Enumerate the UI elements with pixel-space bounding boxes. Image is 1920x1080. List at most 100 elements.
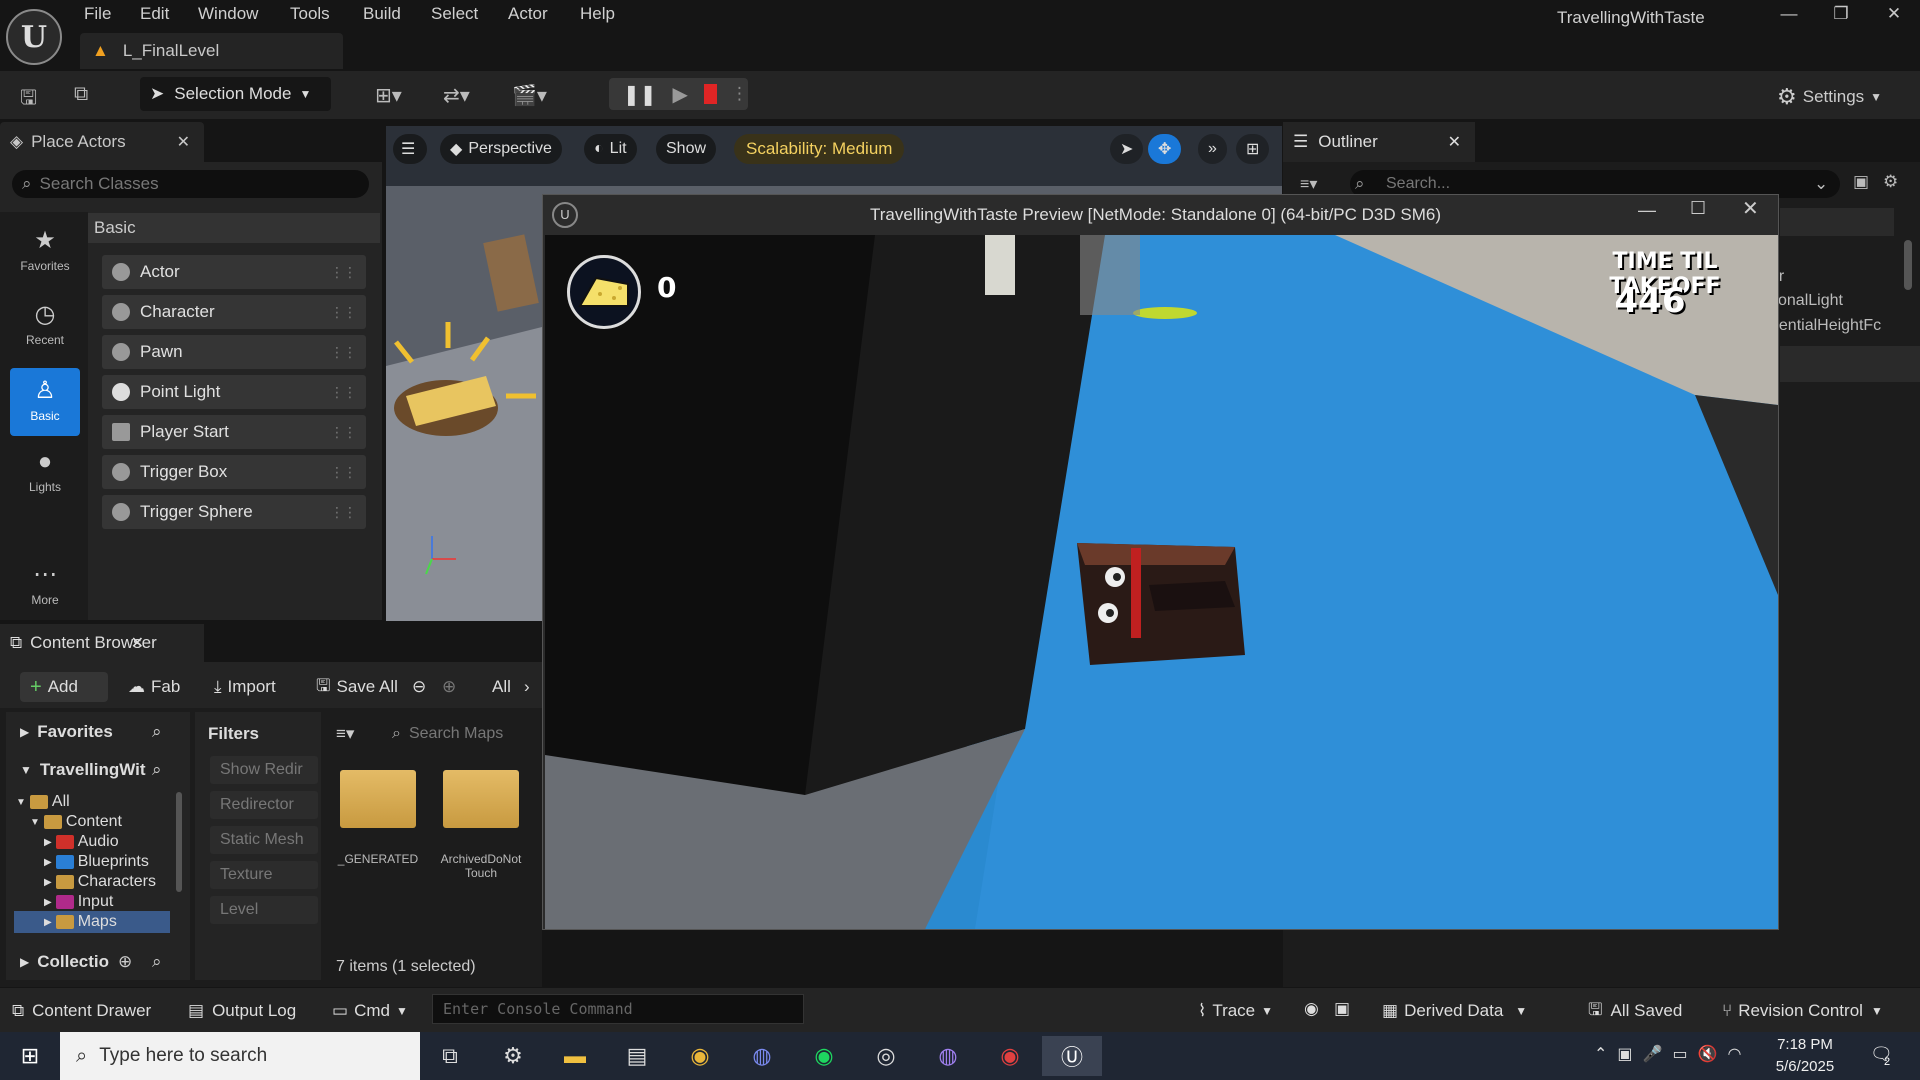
import-button[interactable]: ⤓ Import — [204, 672, 286, 702]
stop-icon[interactable] — [703, 84, 717, 104]
chevron-right-icon[interactable]: › — [520, 672, 534, 702]
filter-static-mesh[interactable]: Static Mesh — [210, 826, 318, 854]
category-basic[interactable]: ♙ Basic — [10, 368, 80, 436]
tree-item-blueprints[interactable]: ▶ Blueprints — [44, 852, 149, 872]
actor-item-trigger-box[interactable]: Trigger Box ⋮⋮ — [102, 455, 366, 489]
trace-dropdown[interactable]: ⌇ Trace ▼ — [1198, 999, 1273, 1023]
task-view-icon[interactable]: ⧉ — [428, 1036, 472, 1076]
tree-item-content[interactable]: ▼ Content — [30, 812, 122, 832]
step-icon[interactable]: ▶ — [673, 82, 688, 107]
steam-icon[interactable]: ◎ — [864, 1036, 908, 1076]
actor-item-actor[interactable]: Actor ⋮⋮ — [102, 255, 366, 289]
filter-icon[interactable]: ≡▾ — [1300, 174, 1317, 194]
back-icon[interactable]: ⊖ — [408, 672, 430, 702]
add-actor-icon[interactable]: ⊞▾ — [375, 83, 402, 109]
taskbar-clock[interactable]: 7:18 PM 5/6/2025 — [1765, 1034, 1845, 1078]
outliner-scrollbar[interactable] — [1904, 240, 1912, 290]
menu-help[interactable]: Help — [580, 4, 615, 26]
menu-window[interactable]: Window — [198, 4, 258, 26]
close-icon[interactable]: ✕ — [177, 132, 190, 152]
category-favorites[interactable]: ★ Favorites — [10, 218, 80, 286]
github-icon[interactable]: ◍ — [926, 1036, 970, 1076]
asset-folder-archived[interactable] — [443, 770, 519, 828]
output-log-button[interactable]: ▤ Output Log — [188, 999, 296, 1023]
discord-icon[interactable]: ◍ — [740, 1036, 784, 1076]
close-icon[interactable]: ✕ — [1742, 196, 1759, 221]
save-all-button[interactable]: 🖫 Save All — [306, 672, 408, 702]
minimize-icon[interactable]: — — [1769, 4, 1809, 28]
actor-item-player-start[interactable]: Player Start ⋮⋮ — [102, 415, 366, 449]
outliner-tab[interactable]: ☰ Outliner ✕ — [1283, 122, 1475, 162]
move-tool-icon[interactable]: ✥ — [1148, 134, 1182, 164]
place-actors-tab[interactable]: ◈ Place Actors ✕ — [0, 122, 204, 162]
unreal-taskbar-icon[interactable]: Ⓤ — [1042, 1036, 1102, 1076]
outliner-row[interactable]: er — [1770, 268, 1920, 292]
cmd-dropdown[interactable]: ▭ Cmd ▼ — [332, 999, 408, 1023]
selection-mode-dropdown[interactable]: ➤ Selection Mode ▼ — [140, 77, 331, 111]
outliner-row[interactable]: tionalLight — [1770, 292, 1920, 316]
maximize-icon[interactable]: ❐ — [1821, 4, 1861, 28]
minimize-icon[interactable]: — — [1638, 200, 1656, 221]
search-classes-input[interactable]: ⌕ Search Classes — [12, 170, 369, 198]
spotify-icon[interactable]: ◉ — [802, 1036, 846, 1076]
collections-section[interactable]: ▶ Collectio — [20, 952, 109, 972]
close-icon[interactable]: ✕ — [1874, 4, 1914, 28]
search-maps-input[interactable]: ⌕ Search Maps — [392, 720, 542, 748]
filter-show-redirectors[interactable]: Show Redir — [210, 756, 318, 784]
gear-icon[interactable]: ⚙ — [1883, 172, 1898, 192]
tree-item-maps[interactable]: ▶ Maps — [44, 912, 117, 932]
close-icon[interactable]: ✕ — [1448, 132, 1461, 152]
lit-button[interactable]: ◐ Lit — [584, 134, 637, 164]
content-browser-tab[interactable]: ⧉ Content Browser ✕ — [0, 624, 204, 662]
console-input[interactable]: Enter Console Command — [432, 994, 804, 1024]
close-icon[interactable]: ✕ — [131, 633, 144, 653]
add-collection-icon[interactable]: ⊕ — [118, 952, 132, 972]
search-icon[interactable]: ⌕ — [152, 952, 162, 972]
more-options-icon[interactable]: ⋮ — [731, 84, 748, 104]
menu-build[interactable]: Build — [363, 4, 401, 26]
scalability-badge[interactable]: Scalability: Medium — [734, 134, 905, 164]
settings-button[interactable]: ⚙ Settings ▼ — [1777, 84, 1882, 110]
forward-icon[interactable]: ⊕ — [438, 672, 460, 702]
folder-add-icon[interactable]: ▣ — [1853, 172, 1869, 192]
search-icon[interactable]: ⌕ — [152, 722, 162, 742]
favorites-section[interactable]: ▶ Favorites — [20, 722, 113, 742]
derived-data-dropdown[interactable]: ▦ Derived Data ▼ — [1382, 999, 1527, 1023]
path-all[interactable]: All — [482, 672, 521, 702]
cinematics-icon[interactable]: 🎬▾ — [512, 83, 547, 109]
chevron-down-icon[interactable]: ⌄ — [1814, 174, 1828, 194]
tree-item-all[interactable]: ▼ All — [16, 792, 70, 812]
tree-item-audio[interactable]: ▶ Audio — [44, 832, 119, 852]
tree-item-input[interactable]: ▶ Input — [44, 892, 113, 912]
add-button[interactable]: + Add — [20, 672, 108, 702]
asset-folder-generated[interactable] — [340, 770, 416, 828]
windows-start-icon[interactable]: ⊞ — [8, 1036, 52, 1076]
tree-item-characters[interactable]: ▶ Characters — [44, 872, 156, 892]
filter-redirector[interactable]: Redirector — [210, 791, 318, 819]
more-tools-icon[interactable]: » — [1198, 134, 1227, 164]
actor-item-trigger-sphere[interactable]: Trigger Sphere ⋮⋮ — [102, 495, 366, 529]
show-button[interactable]: Show — [656, 134, 717, 164]
category-lights[interactable]: ● Lights — [10, 440, 80, 508]
recorder-icon[interactable]: ◉ — [988, 1036, 1032, 1076]
pause-icon[interactable]: ❚❚ — [623, 82, 657, 107]
search-icon[interactable]: ⌕ — [152, 760, 162, 780]
fab-button[interactable]: ☁ Fab — [118, 672, 190, 702]
tree-scrollbar[interactable] — [176, 792, 182, 892]
browse-icon[interactable]: ⧉ — [74, 83, 88, 109]
actor-item-point-light[interactable]: Point Light ⋮⋮ — [102, 375, 366, 409]
live-coding-icon[interactable]: ◉ — [1304, 999, 1319, 1023]
menu-tools[interactable]: Tools — [290, 4, 330, 26]
perspective-button[interactable]: ◆ Perspective — [440, 134, 562, 164]
menu-select[interactable]: Select — [431, 4, 478, 26]
blueprint-icon[interactable]: ⇄▾ — [443, 83, 470, 109]
filter-icon[interactable]: ≡▾ — [336, 724, 354, 744]
photos-app-icon[interactable]: ▤ — [615, 1036, 659, 1076]
outliner-row[interactable]: d — [1770, 242, 1920, 266]
file-explorer-icon[interactable]: ▬ — [553, 1036, 597, 1076]
category-recent[interactable]: ◷ Recent — [10, 292, 80, 360]
category-more[interactable]: ⋯ More — [10, 552, 80, 620]
viewport-menu-icon[interactable]: ☰ — [393, 134, 427, 164]
revision-control-dropdown[interactable]: ⑂ Revision Control ▼ — [1722, 999, 1883, 1023]
chrome-icon[interactable]: ◉ — [678, 1036, 722, 1076]
